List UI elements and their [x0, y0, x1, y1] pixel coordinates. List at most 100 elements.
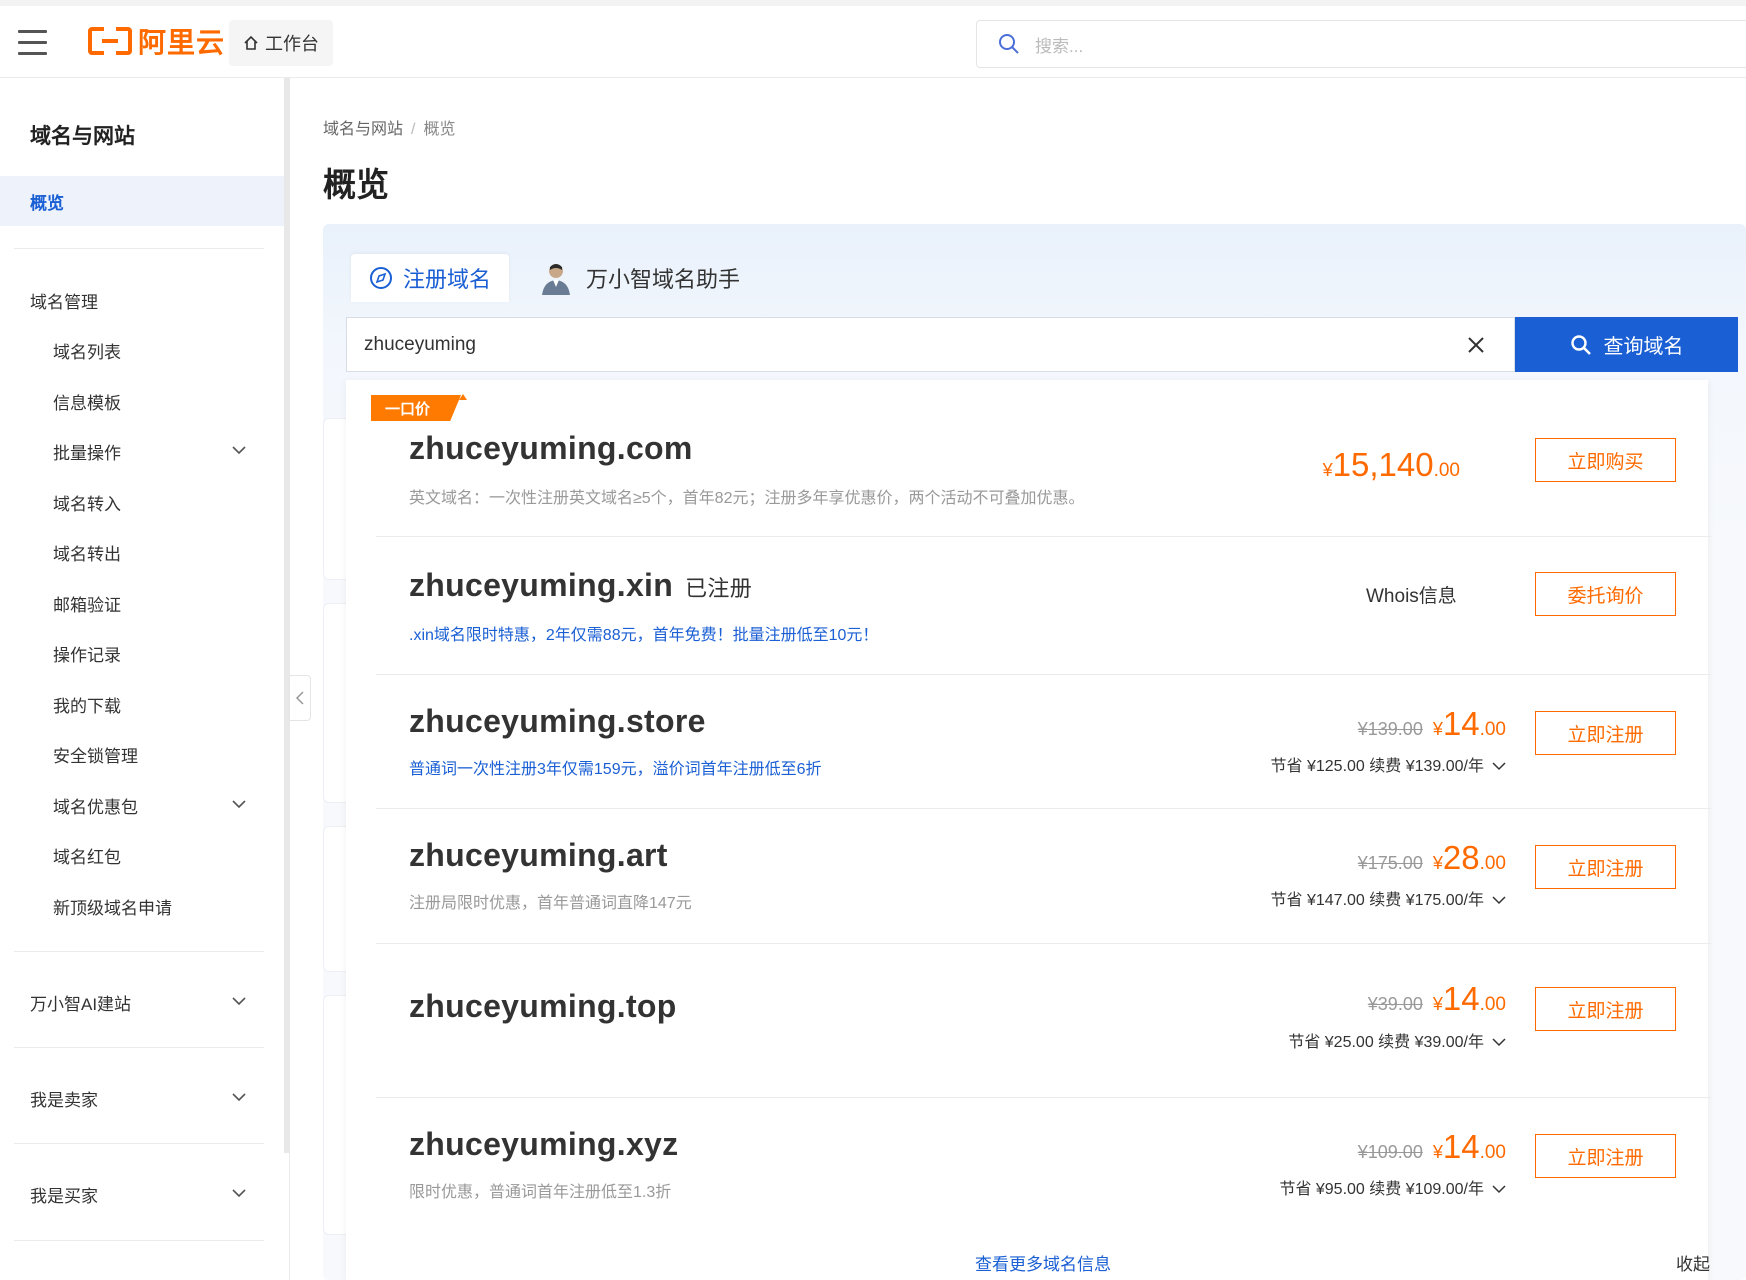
- sidebar-divider: [14, 1143, 264, 1144]
- domain-name: zhuceyuming.xyz: [409, 1126, 679, 1162]
- sidebar-item-domain-red-packet[interactable]: 域名红包: [53, 843, 121, 868]
- sidebar-group-ai-site[interactable]: 万小智AI建站: [30, 990, 131, 1015]
- domain-description: 注册局限时优惠，首年普通词直降147元: [409, 895, 692, 912]
- search-icon: [1570, 334, 1591, 355]
- chevron-down-icon: [1492, 1038, 1506, 1047]
- sidebar-scrollbar[interactable]: [284, 78, 290, 1153]
- sidebar-item-info-template[interactable]: 信息模板: [53, 389, 121, 414]
- domain-query-input[interactable]: zhuceyuming: [346, 317, 1515, 372]
- domain-results-list: 一口价 zhuceyuming.com 英文域名：一次性注册英文域名≥5个，首年…: [346, 380, 1711, 1280]
- assistant-avatar-icon: [542, 264, 570, 295]
- domain-result-row: zhuceyuming.art 注册局限时优惠，首年普通词直降147元 ¥175…: [376, 809, 1711, 944]
- page-title: 概览: [323, 166, 389, 203]
- query-button-label: 查询域名: [1603, 336, 1684, 358]
- logo-mark-icon: [88, 26, 132, 56]
- savings-text: 节省 ¥25.00 续费 ¥39.00/年: [1288, 1034, 1484, 1051]
- breadcrumb-current: 概览: [423, 121, 456, 138]
- chevron-down-icon[interactable]: [232, 994, 246, 1008]
- sidebar-title: 域名与网站: [30, 125, 135, 148]
- sidebar-item-my-downloads[interactable]: 我的下载: [53, 692, 121, 717]
- sidebar-item-new-tld-application[interactable]: 新顶级域名申请: [53, 894, 172, 919]
- workbench-button[interactable]: 工作台: [229, 20, 333, 66]
- sidebar: 域名与网站 概览 域名管理 域名列表 信息模板 批量操作 域名转入 域名转出 邮…: [0, 78, 290, 1280]
- original-price: ¥109.00: [1357, 1142, 1423, 1162]
- chevron-down-icon[interactable]: [232, 797, 246, 811]
- domain-price: ¥109.00 ¥14.00: [1196, 1128, 1506, 1166]
- sidebar-collapse-button[interactable]: [289, 675, 311, 721]
- domain-price: ¥139.00 ¥14.00: [1196, 705, 1506, 743]
- domain-promo-link[interactable]: .xin域名限时特惠，2年仅需88元，首年免费！批量注册低至10元！: [409, 621, 878, 645]
- price-currency: ¥: [1432, 853, 1443, 873]
- chevron-down-icon[interactable]: [232, 443, 246, 457]
- sidebar-item-batch-operation[interactable]: 批量操作: [53, 439, 121, 464]
- sidebar-item-domain-package[interactable]: 域名优惠包: [53, 793, 138, 818]
- register-now-button[interactable]: 立即注册: [1535, 845, 1676, 889]
- domain-description: 限时优惠，普通词首年注册低至1.3折: [409, 1184, 672, 1201]
- sidebar-item-operation-log[interactable]: 操作记录: [53, 641, 121, 666]
- savings-info[interactable]: 节省 ¥95.00 续费 ¥109.00/年: [1106, 1175, 1506, 1199]
- price-currency: ¥: [1432, 994, 1443, 1014]
- global-search-input[interactable]: 搜索...: [976, 20, 1746, 68]
- workbench-label: 工作台: [265, 34, 319, 54]
- chevron-down-icon: [1492, 762, 1506, 771]
- price-integer: 28: [1442, 839, 1480, 876]
- menu-icon[interactable]: [18, 30, 47, 56]
- sidebar-group-domain-management[interactable]: 域名管理: [30, 288, 98, 313]
- badge-corner: [459, 394, 467, 400]
- sidebar-item-domain-transfer-in[interactable]: 域名转入: [53, 490, 121, 515]
- savings-info[interactable]: 节省 ¥125.00 续费 ¥139.00/年: [1106, 752, 1506, 776]
- sidebar-divider: [14, 1240, 264, 1241]
- sidebar-item-email-verification[interactable]: 邮箱验证: [53, 591, 121, 616]
- query-domain-button[interactable]: 查询域名: [1515, 317, 1738, 372]
- register-now-button[interactable]: 立即注册: [1535, 711, 1676, 755]
- savings-info[interactable]: 节省 ¥147.00 续费 ¥175.00/年: [1106, 886, 1506, 910]
- price-integer: 15,140: [1332, 446, 1434, 483]
- chevron-down-icon[interactable]: [232, 1090, 246, 1104]
- price-integer: 14: [1442, 980, 1480, 1017]
- breadcrumb: 域名与网站 / 概览: [323, 115, 455, 139]
- chevron-down-icon: [1492, 1185, 1506, 1194]
- register-now-button[interactable]: 立即注册: [1535, 1134, 1676, 1178]
- top-bar: 阿里云 工作台 搜索...: [0, 0, 1746, 78]
- domain-description: 英文域名：一次性注册英文域名≥5个，首年82元；注册多年享优惠价，两个活动不可叠…: [409, 490, 1085, 507]
- domain-promo-link[interactable]: 普通词一次性注册3年仅需159元，溢价词首年注册低至6折: [409, 755, 822, 779]
- tab-register-domain[interactable]: 注册域名: [351, 254, 509, 302]
- price-integer: 14: [1442, 705, 1480, 742]
- buy-now-button[interactable]: 立即购买: [1535, 438, 1676, 482]
- savings-info[interactable]: 节省 ¥25.00 续费 ¥39.00/年: [1106, 1028, 1506, 1052]
- sidebar-group-seller[interactable]: 我是卖家: [30, 1086, 98, 1111]
- tab-assistant-label: 万小智域名助手: [586, 267, 741, 292]
- sidebar-item-domain-transfer-out[interactable]: 域名转出: [53, 540, 121, 565]
- original-price: ¥39.00: [1367, 994, 1423, 1014]
- close-icon[interactable]: [1466, 335, 1486, 355]
- whois-info-link[interactable]: Whois信息: [1366, 581, 1457, 608]
- price-decimal: .00: [1433, 460, 1460, 481]
- sidebar-divider: [14, 1047, 264, 1048]
- domain-name: zhuceyuming.xin 已注册: [409, 567, 752, 604]
- sidebar-group-buyer[interactable]: 我是买家: [30, 1182, 98, 1207]
- register-now-button[interactable]: 立即注册: [1535, 987, 1676, 1031]
- tab-domain-assistant[interactable]: 万小智域名助手: [540, 254, 740, 302]
- tab-register-label: 注册域名: [402, 267, 491, 292]
- registered-status: 已注册: [685, 576, 752, 601]
- price-currency: ¥: [1432, 719, 1443, 739]
- chevron-down-icon[interactable]: [232, 1186, 246, 1200]
- search-placeholder: 搜索...: [1035, 36, 1084, 56]
- home-icon: [244, 35, 258, 50]
- entrust-inquiry-button[interactable]: 委托询价: [1535, 572, 1676, 616]
- savings-text: 节省 ¥95.00 续费 ¥109.00/年: [1279, 1181, 1484, 1198]
- sidebar-item-domain-list[interactable]: 域名列表: [53, 338, 121, 363]
- collapse-link[interactable]: 收起: [1676, 1250, 1710, 1275]
- sidebar-divider: [14, 951, 264, 952]
- savings-text: 节省 ¥125.00 续费 ¥139.00/年: [1270, 758, 1484, 775]
- breadcrumb-separator: /: [411, 121, 416, 138]
- chevron-left-icon: [295, 691, 304, 705]
- sidebar-item-security-lock[interactable]: 安全锁管理: [53, 742, 138, 767]
- aliyun-logo[interactable]: 阿里云: [88, 24, 225, 58]
- sidebar-item-overview[interactable]: 概览: [0, 176, 284, 226]
- breadcrumb-root[interactable]: 域名与网站: [323, 121, 403, 138]
- original-price: ¥139.00: [1357, 719, 1423, 739]
- domain-name: zhuceyuming.art: [409, 837, 668, 873]
- view-more-domains-link[interactable]: 查看更多域名信息: [975, 1250, 1111, 1275]
- fixed-price-badge: 一口价: [371, 395, 461, 421]
